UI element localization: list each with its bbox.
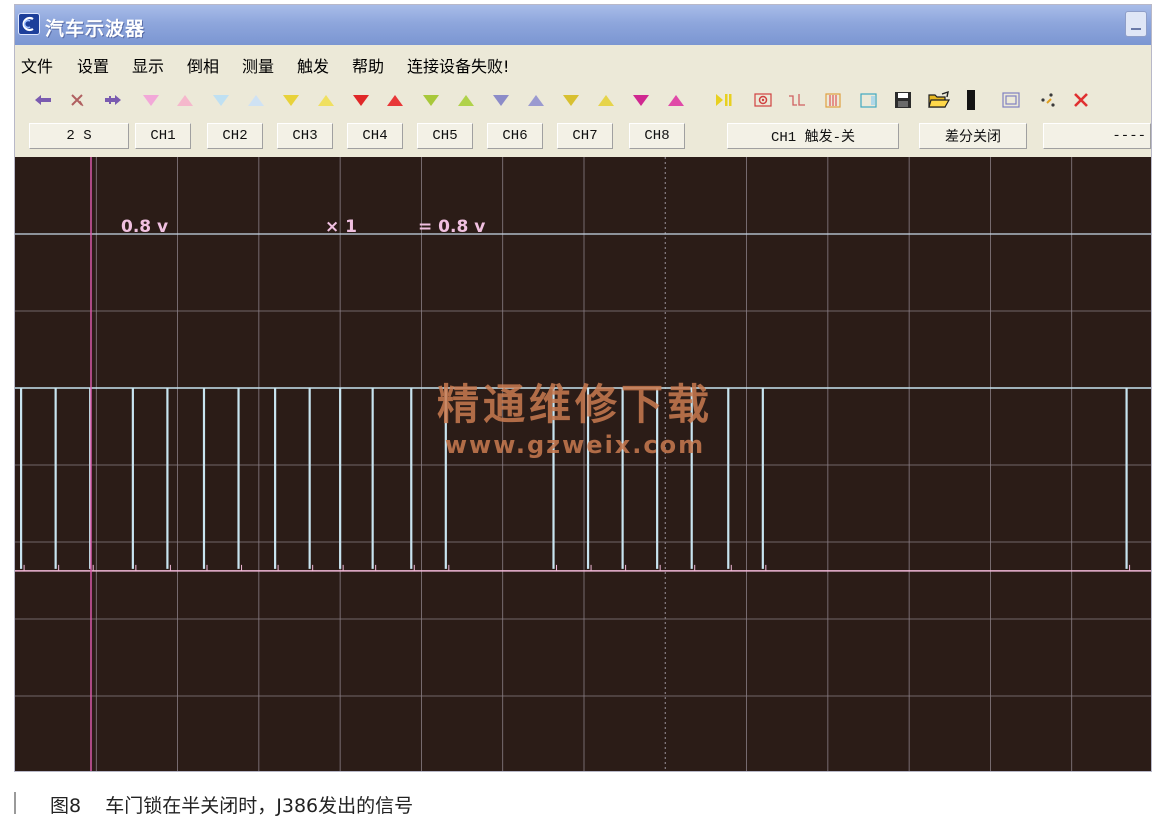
ch5-up-arrow-icon[interactable] — [452, 87, 480, 113]
window-title: 汽车示波器 — [45, 18, 146, 40]
caption-description: 车门锁在半关闭时，J386发出的信号 — [105, 795, 414, 817]
timebase-field[interactable]: 2 S — [29, 123, 129, 149]
volts-div-label: 0.8 v — [121, 217, 168, 237]
arrow-left-icon[interactable] — [29, 87, 57, 113]
ch6-down-arrow-icon[interactable] — [487, 87, 515, 113]
connection-status: 连接设备失败! — [407, 57, 510, 76]
result-label: = 0.8 v — [418, 217, 485, 237]
menu-trigger[interactable]: 触发 — [297, 53, 329, 77]
ch3-up-arrow-icon[interactable] — [312, 87, 340, 113]
menu-settings[interactable]: 设置 — [77, 53, 109, 77]
ch2-down-arrow-icon[interactable] — [207, 87, 235, 113]
ch1-up-arrow-icon[interactable] — [171, 87, 199, 113]
cursor-dots-icon[interactable] — [1033, 87, 1061, 113]
frame-icon[interactable] — [997, 87, 1025, 113]
channel-ch3[interactable]: CH3 — [277, 123, 333, 149]
open-folder-icon[interactable] — [925, 87, 953, 113]
channel-ch5[interactable]: CH5 — [417, 123, 473, 149]
menu-file[interactable]: 文件 — [21, 53, 53, 77]
arrow-right-icon[interactable] — [99, 87, 127, 113]
pulse-icon[interactable] — [783, 87, 811, 113]
ch7-down-arrow-icon[interactable] — [557, 87, 585, 113]
menu-invert[interactable]: 倒相 — [187, 53, 219, 77]
status-bar: 2 S CH1 CH2 CH3 CH4 CH5 CH6 CH7 CH8 CH1 … — [15, 119, 1151, 153]
save-icon[interactable] — [889, 87, 917, 113]
channel-ch2[interactable]: CH2 — [207, 123, 263, 149]
menu-help[interactable]: 帮助 — [352, 53, 384, 77]
channel-ch8[interactable]: CH8 — [629, 123, 685, 149]
differential-status[interactable]: 差分关闭 — [919, 123, 1027, 149]
caption-divider — [14, 792, 16, 814]
black-bar-icon[interactable] — [957, 87, 985, 113]
ch1-down-arrow-icon[interactable] — [137, 87, 165, 113]
title-bar: 汽车示波器 — [15, 5, 1151, 45]
extra-status: ---- — [1043, 123, 1151, 149]
play-pause-icon[interactable] — [709, 87, 737, 113]
oscilloscope-screen[interactable]: 0.8 v × 1 = 0.8 v 精通维修下载 www.gzweix.com — [15, 157, 1151, 771]
bars-icon[interactable] — [819, 87, 847, 113]
ch2-up-arrow-icon[interactable] — [242, 87, 270, 113]
watermark-title: 精通维修下载 — [437, 380, 713, 429]
close-icon[interactable] — [1067, 87, 1095, 113]
menu-bar: 文件 设置 显示 倒相 测量 触发 帮助 连接设备失败! — [15, 49, 1151, 77]
record-icon[interactable] — [749, 87, 777, 113]
minimize-button[interactable] — [1125, 11, 1147, 37]
watermark-url: www.gzweix.com — [445, 431, 705, 459]
channel-ch7[interactable]: CH7 — [557, 123, 613, 149]
ch4-down-arrow-icon[interactable] — [347, 87, 375, 113]
app-logo-icon — [18, 13, 40, 35]
channel-ch6[interactable]: CH6 — [487, 123, 543, 149]
multiplier-label: × 1 — [325, 217, 357, 237]
menu-display[interactable]: 显示 — [132, 53, 164, 77]
x-cursor-icon[interactable] — [63, 87, 91, 113]
toolbar — [15, 83, 1151, 117]
channel-ch4[interactable]: CH4 — [347, 123, 403, 149]
ch8-up-arrow-icon[interactable] — [662, 87, 690, 113]
scope-background — [15, 157, 1151, 771]
ch5-down-arrow-icon[interactable] — [417, 87, 445, 113]
menu-measure[interactable]: 测量 — [242, 53, 274, 77]
panel-icon[interactable] — [855, 87, 883, 113]
figure-caption: 图8 车门锁在半关闭时，J386发出的信号 — [14, 790, 1114, 818]
ch4-up-arrow-icon[interactable] — [381, 87, 409, 113]
ch6-up-arrow-icon[interactable] — [522, 87, 550, 113]
ch7-up-arrow-icon[interactable] — [592, 87, 620, 113]
figure-number: 图8 — [50, 795, 82, 817]
trigger-status[interactable]: CH1 触发-关 — [727, 123, 899, 149]
waveform-display: 0.8 v × 1 = 0.8 v 精通维修下载 www.gzweix.com — [15, 157, 1151, 771]
channel-ch1[interactable]: CH1 — [135, 123, 191, 149]
oscilloscope-window: 汽车示波器 文件 设置 显示 倒相 测量 触发 帮助 连接设备失败! 2 S C… — [14, 4, 1152, 772]
ch3-down-arrow-icon[interactable] — [277, 87, 305, 113]
ch8-down-arrow-icon[interactable] — [627, 87, 655, 113]
